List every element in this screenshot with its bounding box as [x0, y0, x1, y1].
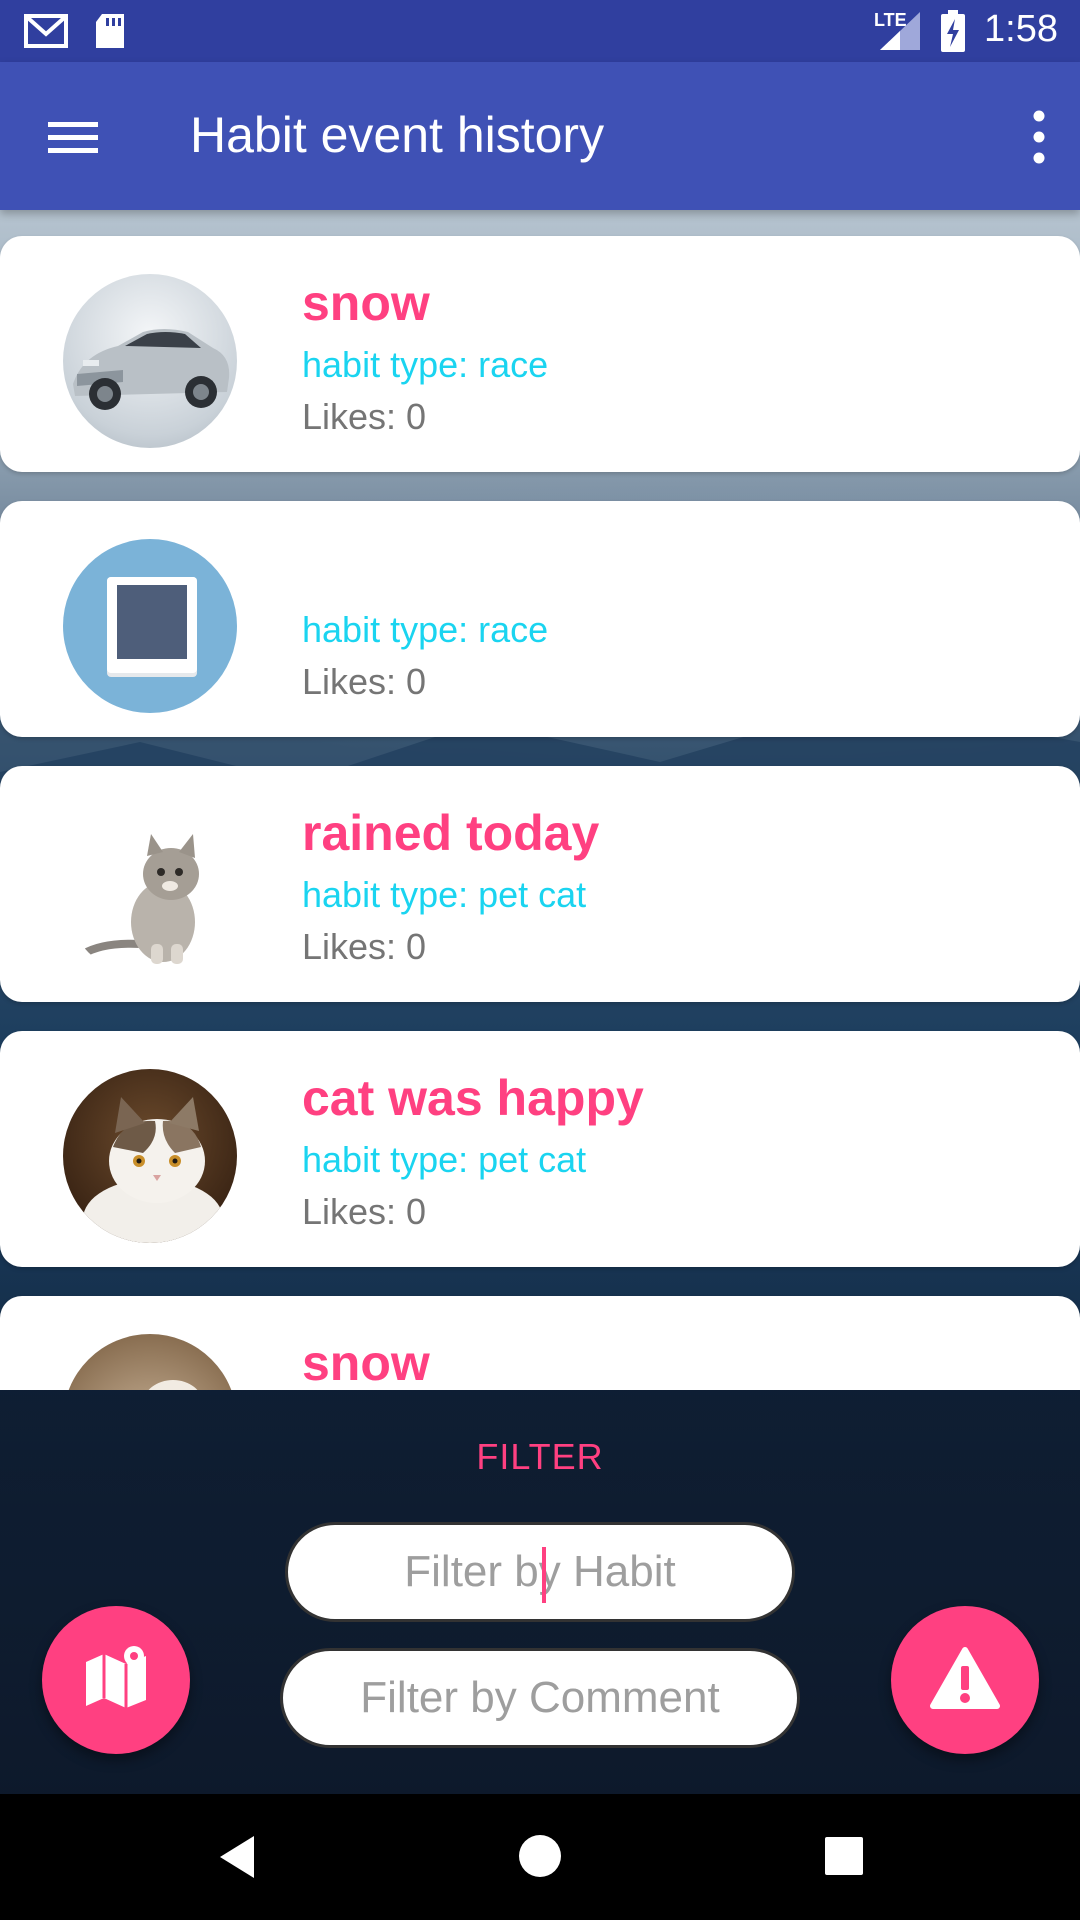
battery-charging-icon: [941, 10, 965, 52]
system-navigation-bar: [0, 1794, 1080, 1920]
filter-by-habit-input[interactable]: Filter by Habit: [285, 1522, 795, 1622]
hamburger-menu-icon[interactable]: [40, 112, 106, 162]
event-card[interactable]: cat was happy habit type: pet cat Likes:…: [0, 1031, 1080, 1267]
filter-by-comment-input[interactable]: Filter by Comment: [280, 1648, 800, 1748]
image-placeholder-icon: [107, 577, 197, 677]
sports-car-image: [73, 329, 230, 410]
event-likes: Likes: 0: [302, 661, 427, 702]
sd-card-icon: [96, 14, 124, 48]
filter-by-comment-placeholder: Filter by Comment: [360, 1673, 720, 1722]
placeholder-thumbnail: [63, 539, 237, 713]
gmail-notification-icon: [24, 14, 68, 48]
recents-icon[interactable]: [824, 1836, 864, 1876]
event-habit-type: habit type: race: [302, 344, 549, 385]
cat-image: [83, 1097, 223, 1243]
cell-signal-icon: [880, 12, 920, 50]
car-thumbnail: [63, 274, 237, 448]
cat-thumbnail: [63, 1334, 237, 1390]
kitten-thumbnail: [63, 804, 237, 978]
event-title: snow: [302, 1335, 430, 1390]
event-card[interactable]: habit type: race Likes: 0: [0, 501, 1080, 737]
event-title: cat was happy: [302, 1070, 644, 1126]
event-card[interactable]: rained today habit type: pet cat Likes: …: [0, 766, 1080, 1002]
event-title: rained today: [302, 805, 600, 861]
map-fab-button[interactable]: [42, 1606, 190, 1754]
home-icon[interactable]: [518, 1834, 562, 1878]
event-habit-type: habit type: pet cat: [302, 874, 587, 915]
event-likes: Likes: 0: [302, 396, 427, 437]
text-cursor: [542, 1547, 546, 1603]
back-icon[interactable]: [214, 1832, 262, 1882]
filter-label: FILTER: [476, 1436, 604, 1477]
page-title: Habit event history: [190, 107, 605, 163]
report-fab-button[interactable]: [891, 1606, 1039, 1754]
cat-thumbnail: [63, 1069, 237, 1243]
overflow-menu-icon[interactable]: [1024, 106, 1054, 168]
warning-icon: [930, 1647, 1000, 1709]
event-card[interactable]: snow habit type: race Likes: 0: [0, 236, 1080, 472]
map-icon: [86, 1646, 146, 1708]
app-bar: Habit event history: [0, 62, 1080, 210]
event-card[interactable]: snow: [0, 1296, 1080, 1390]
status-bar: LTE 1:58: [0, 0, 1080, 62]
event-habit-type: habit type: pet cat: [302, 1139, 587, 1180]
event-title: snow: [302, 275, 430, 331]
event-likes: Likes: 0: [302, 926, 427, 967]
kitten-image: [79, 834, 199, 964]
event-likes: Likes: 0: [302, 1191, 427, 1232]
clock: 1:58: [984, 8, 1058, 50]
filter-by-habit-placeholder: Filter by Habit: [404, 1547, 676, 1596]
cat-image: [148, 1380, 198, 1390]
event-habit-type: habit type: race: [302, 609, 549, 650]
habit-event-list[interactable]: snow habit type: race Likes: 0 habit typ…: [0, 210, 1080, 1390]
